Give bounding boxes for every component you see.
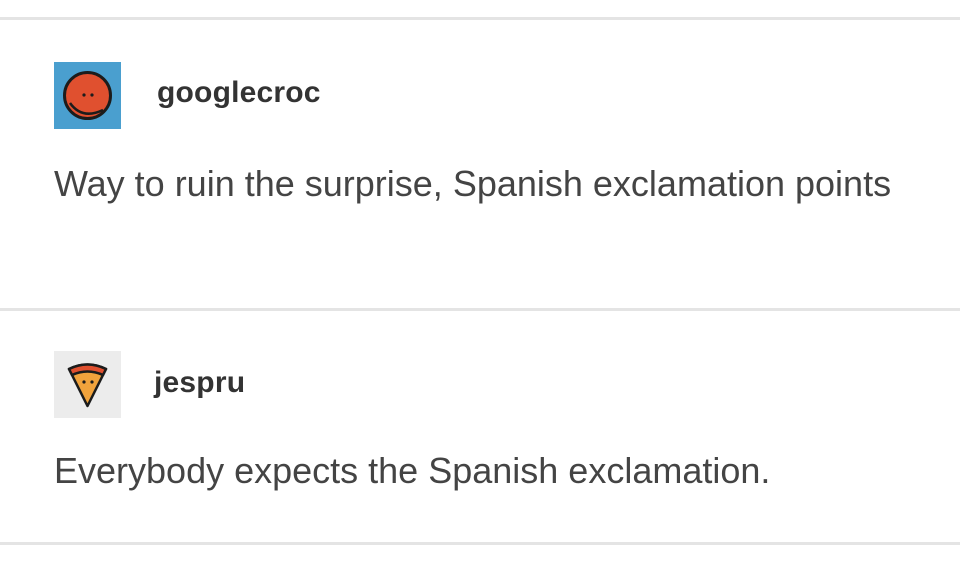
pizza-slice-icon <box>54 351 121 418</box>
divider-top <box>0 17 960 20</box>
avatar-googlecroc[interactable] <box>54 62 121 129</box>
divider-middle <box>0 308 960 311</box>
avatar-jespru[interactable] <box>54 351 121 418</box>
red-face-circle-icon <box>54 62 121 129</box>
divider-bottom <box>0 542 960 545</box>
username-link[interactable]: jespru <box>154 366 245 400</box>
username-link[interactable]: googlecroc <box>157 76 321 110</box>
post-thread: googlecroc Way to ruin the surprise, Spa… <box>0 0 960 561</box>
post-text: Way to ruin the surprise, Spanish exclam… <box>54 163 892 204</box>
post-text: Everybody expects the Spanish exclamatio… <box>54 450 771 491</box>
